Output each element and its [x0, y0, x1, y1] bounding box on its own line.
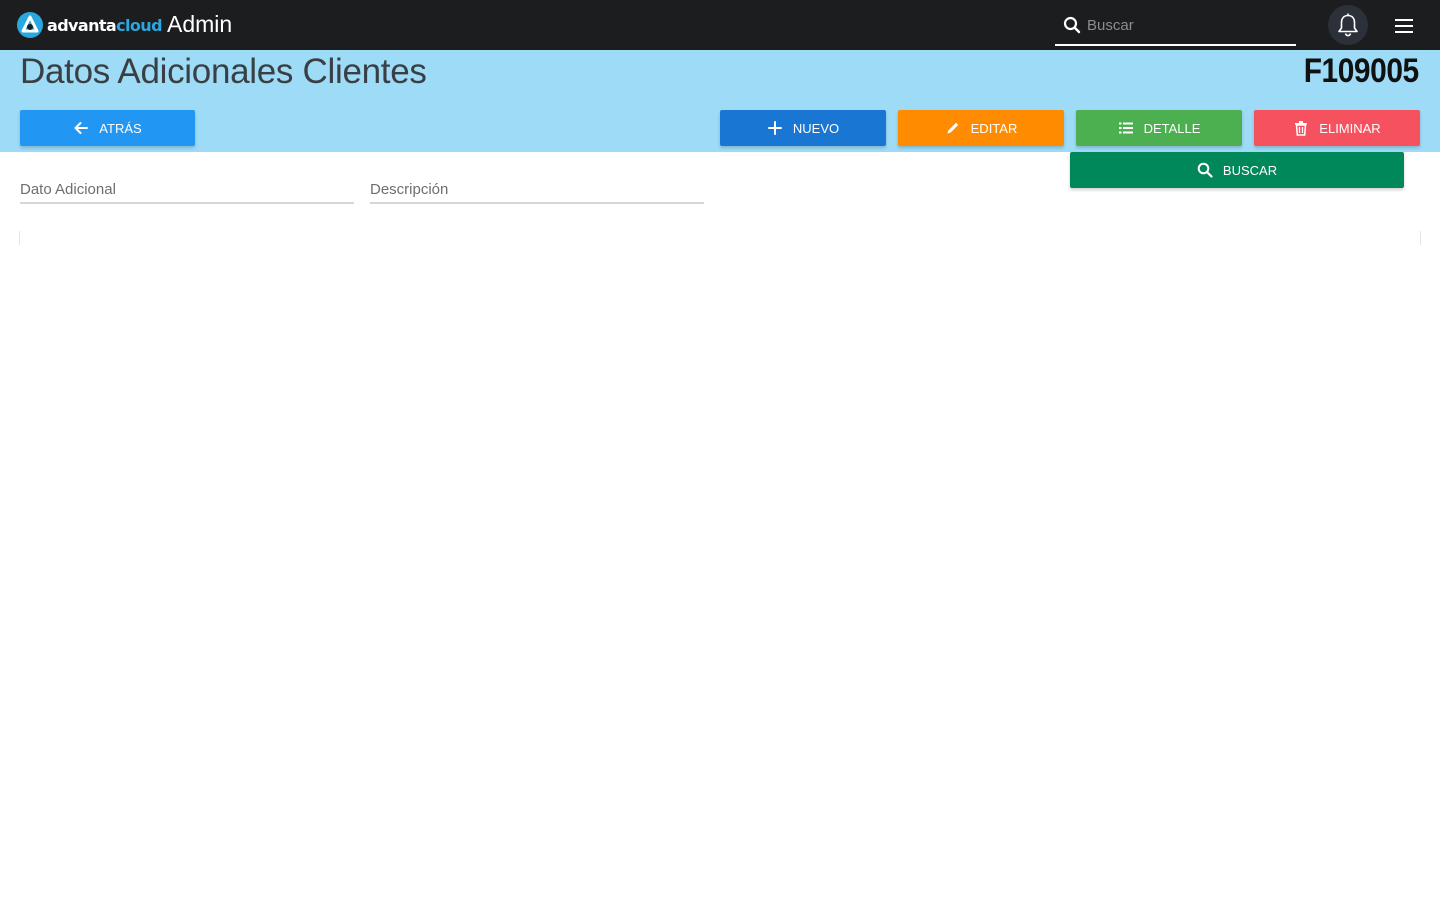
- global-search-input[interactable]: [1087, 12, 1287, 38]
- detail-button[interactable]: DETALLE: [1076, 110, 1242, 146]
- search-icon: [1197, 162, 1213, 178]
- plus-icon: [767, 120, 783, 136]
- arrow-left-icon: [73, 120, 89, 136]
- back-button[interactable]: ATRÁS: [20, 110, 195, 146]
- pencil-icon: [945, 120, 961, 136]
- page-title: Datos Adicionales Clientes: [20, 52, 427, 91]
- bell-icon: [1338, 13, 1358, 37]
- search-button-label: BUSCAR: [1222, 162, 1278, 178]
- form-code: F109005: [1303, 52, 1419, 90]
- brand-logo[interactable]: advantacloud: [16, 10, 163, 40]
- global-search: [1055, 8, 1296, 46]
- top-navbar: advantacloud Admin: [0, 0, 1440, 50]
- results-table: [19, 231, 1421, 245]
- advanta-logo-icon: [17, 12, 43, 38]
- trash-icon: [1293, 120, 1309, 136]
- new-button-label: NUEVO: [792, 120, 840, 136]
- edit-button-label: EDITAR: [970, 120, 1018, 136]
- dato-adicional-field: [20, 176, 354, 204]
- new-button[interactable]: NUEVO: [720, 110, 886, 146]
- dato-adicional-input[interactable]: [20, 176, 354, 202]
- search-button[interactable]: BUSCAR: [1070, 152, 1404, 188]
- descripcion-field: [370, 176, 704, 204]
- edit-button[interactable]: EDITAR: [898, 110, 1064, 146]
- notifications-button[interactable]: [1328, 5, 1368, 45]
- delete-button[interactable]: ELIMINAR: [1254, 110, 1420, 146]
- delete-button-label: ELIMINAR: [1319, 120, 1381, 136]
- list-icon: [1118, 120, 1134, 136]
- search-icon: [1063, 16, 1081, 34]
- brand-name: advantacloud: [47, 15, 163, 35]
- descripcion-input[interactable]: [370, 176, 704, 202]
- hamburger-menu-icon: [1395, 19, 1413, 33]
- table-right-edge: [1419, 231, 1421, 245]
- back-button-label: ATRÁS: [99, 120, 142, 136]
- main-menu-button[interactable]: [1392, 14, 1416, 38]
- table-left-edge: [19, 231, 21, 245]
- app-title: Admin: [167, 11, 233, 37]
- detail-button-label: DETALLE: [1143, 120, 1201, 136]
